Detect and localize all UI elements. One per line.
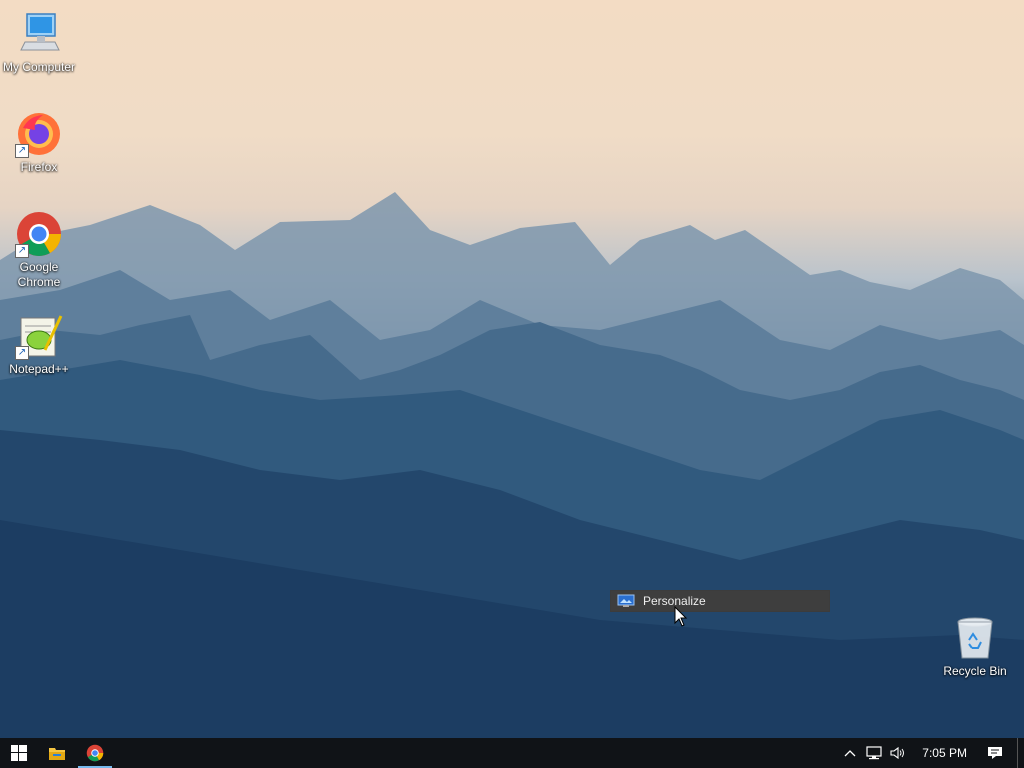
desktop-background[interactable]: My Computer ↗ Firefox ↗ Google Chrome ↗ … [0, 0, 1024, 738]
volume-icon[interactable] [886, 738, 910, 768]
desktop-icon-my-computer[interactable]: My Computer [0, 10, 78, 75]
desktop-icon-google-chrome[interactable]: ↗ Google Chrome [0, 210, 78, 290]
personalize-icon [617, 594, 635, 608]
notepad-plus-plus-icon: ↗ [15, 312, 63, 360]
context-menu: Personalize [610, 590, 830, 612]
taskbar-google-chrome[interactable] [76, 738, 114, 768]
desktop-icon-firefox[interactable]: ↗ Firefox [0, 110, 78, 175]
menu-item-personalize[interactable]: Personalize [611, 591, 829, 611]
desktop-icon-label: Notepad++ [9, 362, 69, 376]
desktop-icon-label: Firefox [20, 160, 58, 174]
desktop-icon-notepad-plus-plus[interactable]: ↗ Notepad++ [0, 312, 78, 377]
desktop-icon-recycle-bin[interactable]: Recycle Bin [936, 614, 1014, 679]
shortcut-arrow-icon: ↗ [15, 346, 29, 360]
mouse-cursor-icon [674, 606, 688, 627]
chevron-up-icon[interactable] [838, 738, 862, 768]
chrome-icon [86, 744, 104, 762]
taskbar-clock[interactable]: 7:05 PM [910, 746, 977, 760]
shortcut-arrow-icon: ↗ [15, 244, 29, 258]
folder-icon [49, 748, 65, 760]
desktop-icon-label: Google Chrome [17, 260, 61, 289]
taskbar: 7:05 PM [0, 738, 1024, 768]
taskbar-file-explorer[interactable] [38, 738, 76, 768]
computer-icon [15, 10, 63, 58]
desktop-icon-label: Recycle Bin [943, 664, 1007, 678]
recycle-bin-icon [951, 614, 999, 662]
chrome-icon: ↗ [15, 210, 63, 258]
show-desktop-button[interactable] [1017, 738, 1024, 768]
system-tray: 7:05 PM [838, 738, 1024, 768]
network-icon[interactable] [862, 738, 886, 768]
firefox-icon: ↗ [15, 110, 63, 158]
windows-logo-icon [11, 745, 27, 761]
shortcut-arrow-icon: ↗ [15, 144, 29, 158]
start-button[interactable] [0, 738, 38, 768]
action-center-icon[interactable] [977, 738, 1013, 768]
mountain-wallpaper [0, 192, 1024, 738]
desktop-icon-label: My Computer [2, 60, 76, 74]
